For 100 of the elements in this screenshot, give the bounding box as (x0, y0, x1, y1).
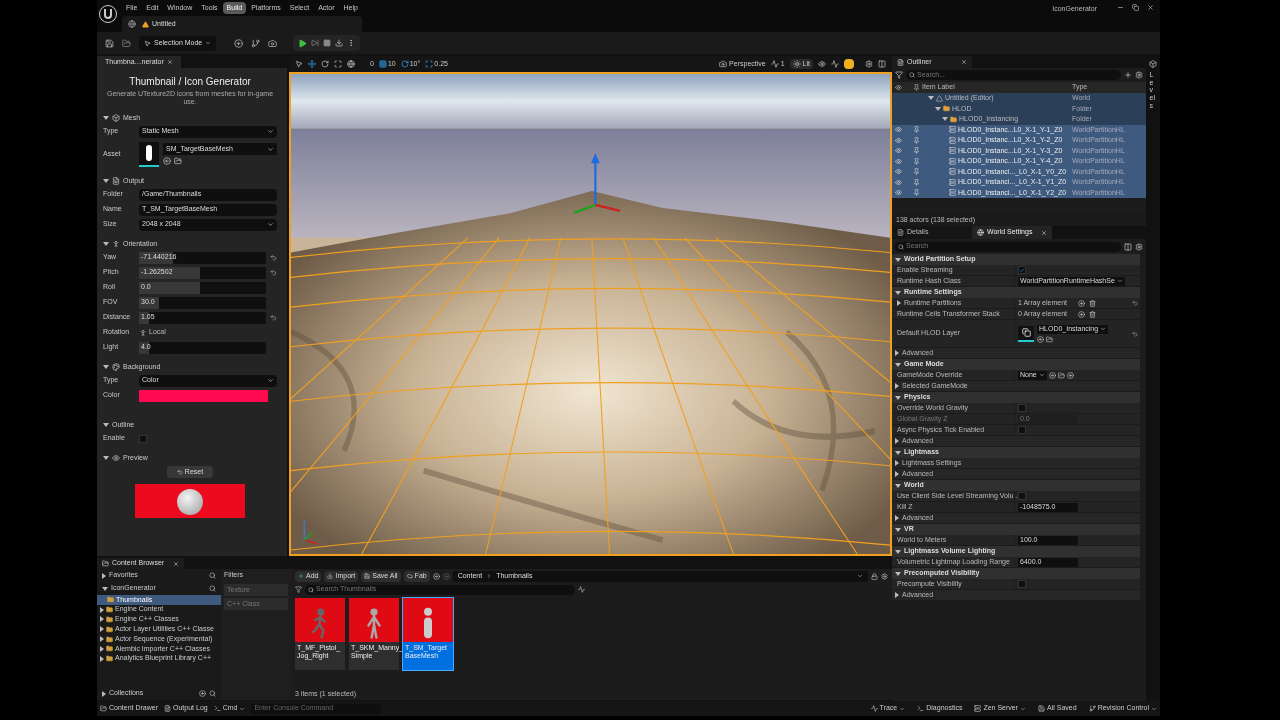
visibility-icon[interactable] (895, 168, 902, 176)
checkbox[interactable] (1018, 404, 1026, 412)
visibility-icon[interactable] (895, 178, 902, 186)
visibility-icon[interactable] (895, 157, 902, 165)
filter-icon[interactable] (295, 586, 302, 593)
pin-icon[interactable] (913, 157, 920, 165)
checkbox[interactable] (1018, 580, 1026, 588)
expand-arrow-icon[interactable] (103, 456, 109, 460)
expand-arrow-icon[interactable] (103, 179, 109, 183)
use-selected-icon[interactable] (1048, 371, 1056, 379)
close-icon[interactable] (1147, 4, 1154, 11)
stop-icon[interactable] (323, 39, 332, 47)
chevron-down-icon (205, 40, 212, 46)
delete-icon[interactable] (1089, 299, 1096, 307)
section-icon (112, 114, 120, 122)
rotate-tool-icon[interactable] (321, 60, 329, 68)
table-view-icon[interactable] (1124, 242, 1132, 251)
expand-arrow-icon[interactable] (895, 483, 901, 488)
browse-icon[interactable] (122, 38, 131, 48)
expand-arrow-icon[interactable] (895, 450, 901, 455)
globe-icon[interactable] (347, 60, 355, 68)
pin-icon[interactable] (913, 178, 920, 186)
add-element-icon[interactable] (1078, 310, 1085, 318)
branch-icon (1088, 705, 1096, 712)
minimize-icon[interactable] (1117, 4, 1124, 11)
expand-arrow-icon[interactable] (895, 571, 901, 576)
add-icon[interactable] (1066, 371, 1074, 379)
browse-icon[interactable] (1057, 371, 1065, 379)
sun-icon (792, 60, 801, 68)
collapse-arrow-icon[interactable] (102, 690, 106, 697)
visibility-icon[interactable] (895, 126, 902, 134)
level-icon (142, 20, 149, 28)
pin-icon[interactable] (913, 168, 920, 176)
layer-thumbnail (1018, 325, 1034, 342)
visibility-icon[interactable] (895, 136, 902, 144)
cloud-icon (406, 573, 413, 579)
settings-icon[interactable] (1135, 242, 1143, 251)
add-folder-icon[interactable] (1124, 71, 1132, 79)
use-selected-icon[interactable] (1037, 335, 1044, 343)
search-icon[interactable] (209, 585, 216, 592)
reset-arrow-icon[interactable] (1131, 300, 1138, 306)
visibility-icon[interactable] (895, 189, 902, 197)
expand-arrow-icon[interactable] (895, 290, 901, 295)
back-icon[interactable] (432, 572, 440, 580)
restore-icon[interactable] (1132, 4, 1139, 11)
play-icon[interactable] (298, 38, 308, 48)
delete-icon[interactable] (1089, 310, 1096, 318)
search-icon (909, 72, 915, 78)
reset-arrow-icon[interactable] (270, 254, 277, 261)
color-swatch[interactable] (139, 389, 268, 402)
pin-icon[interactable] (913, 136, 920, 144)
search-icon[interactable] (209, 572, 216, 579)
filter-icon[interactable] (895, 71, 903, 79)
realtime-toggle[interactable] (844, 59, 854, 69)
collapse-arrow-icon[interactable] (895, 592, 899, 598)
checkbox[interactable] (1018, 426, 1026, 434)
expand-arrow-icon[interactable] (103, 242, 109, 246)
add-icon[interactable] (199, 690, 206, 697)
add-element-icon[interactable] (1078, 299, 1085, 307)
checkbox[interactable] (1018, 492, 1026, 500)
checkbox[interactable] (139, 434, 147, 443)
pin-icon[interactable] (913, 126, 920, 134)
step-icon[interactable] (311, 39, 320, 47)
settings-icon[interactable] (865, 60, 873, 68)
settings-icon[interactable] (1135, 71, 1143, 79)
expand-arrow-icon[interactable] (103, 365, 109, 369)
select-tool-icon[interactable] (295, 60, 303, 68)
checkbox[interactable] (1018, 266, 1026, 274)
reset-arrow-icon[interactable] (270, 314, 277, 321)
browse-icon[interactable] (1046, 335, 1053, 343)
move-tool-icon[interactable] (308, 60, 316, 68)
pin-icon[interactable] (913, 147, 920, 155)
expand-arrow-icon[interactable] (102, 586, 108, 591)
close-icon[interactable] (166, 59, 173, 65)
lock-icon[interactable] (871, 572, 878, 580)
close-icon[interactable] (173, 560, 180, 567)
use-selected-icon[interactable] (163, 157, 171, 165)
layout-icon[interactable] (878, 60, 886, 68)
expand-arrow-icon[interactable] (103, 116, 109, 120)
browse-icon[interactable] (174, 157, 182, 165)
reset-arrow-icon[interactable] (1131, 330, 1138, 337)
visibility-icon[interactable] (895, 147, 902, 155)
add-actor-icon[interactable] (234, 38, 244, 48)
collapse-arrow-icon[interactable] (102, 572, 106, 579)
search-icon[interactable] (209, 690, 216, 697)
save-icon[interactable] (105, 38, 114, 48)
expand-arrow-icon[interactable] (895, 257, 901, 262)
expand-arrow-icon[interactable] (895, 549, 901, 554)
chevron-down-icon (857, 573, 863, 579)
camera-icon[interactable] (268, 38, 278, 48)
reset-arrow-icon[interactable] (270, 269, 277, 276)
expand-arrow-icon[interactable] (895, 395, 901, 400)
expand-arrow-icon[interactable] (103, 423, 109, 427)
expand-arrow-icon[interactable] (895, 362, 901, 367)
expand-arrow-icon[interactable] (895, 527, 901, 532)
scale-tool-icon[interactable] (334, 60, 342, 68)
settings-icon[interactable] (881, 572, 888, 580)
pin-icon[interactable] (913, 189, 920, 197)
search-icon (308, 586, 314, 593)
show-icon[interactable] (818, 60, 826, 68)
